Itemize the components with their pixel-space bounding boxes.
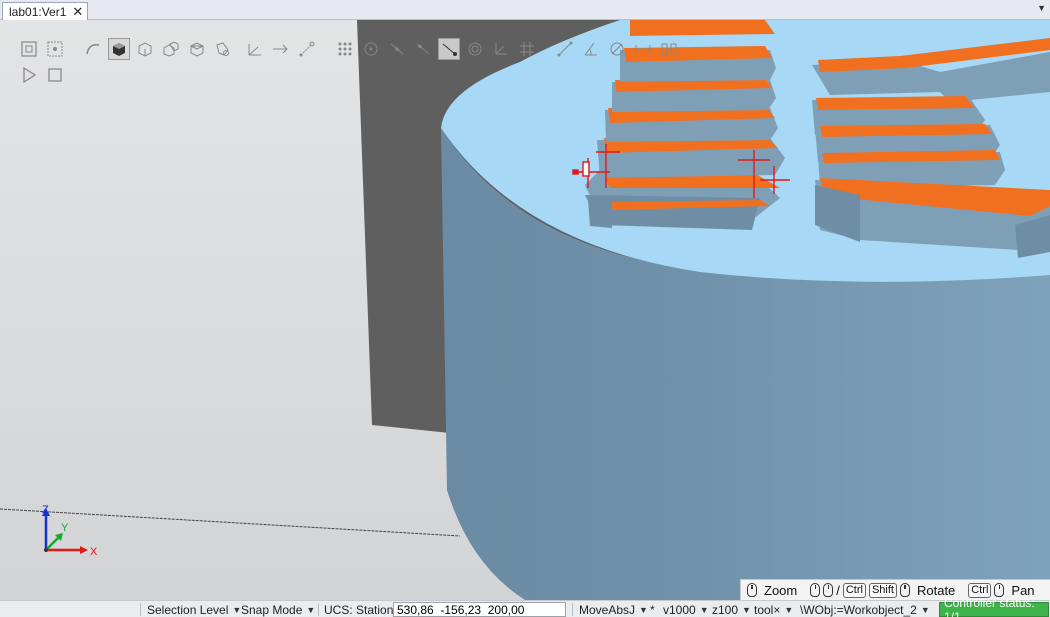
select-target-icon[interactable] — [244, 38, 266, 60]
snap-local-origin-icon[interactable] — [490, 38, 512, 60]
measure-distance-icon[interactable] — [632, 38, 654, 60]
speed-label: v1000 — [663, 602, 696, 617]
selection-level-dropdown[interactable]: Selection Level ▼ — [147, 601, 241, 617]
snap-midpoint-icon[interactable] — [386, 38, 408, 60]
ctrl-key-icon: Ctrl — [842, 582, 866, 598]
ucs-label: UCS: Station — [324, 602, 394, 617]
zone-label: z100 — [712, 602, 739, 617]
hint-separator: / — [836, 582, 840, 598]
view-all-icon[interactable] — [18, 38, 40, 60]
scene-render — [0, 20, 1050, 600]
view-center-icon[interactable] — [44, 38, 66, 60]
select-group-icon[interactable] — [186, 38, 208, 60]
tab-list-dropdown-icon[interactable]: ▼ — [1037, 3, 1046, 13]
target-label: * — [650, 602, 655, 617]
select-mechanism-icon[interactable] — [212, 38, 234, 60]
status-bar: Selection Level ▼ Snap Mode ▼ UCS: Station… — [0, 596, 1050, 617]
snap-end-icon[interactable] — [438, 38, 460, 60]
chevron-down-icon: ▼ — [699, 604, 709, 615]
chevron-down-icon: ▼ — [232, 604, 242, 615]
snap-gravity-icon[interactable] — [464, 38, 486, 60]
controller-status-badge[interactable]: Controller status: 1/1 — [939, 596, 1049, 617]
mouse-left-icon — [899, 583, 910, 597]
snap-mode-dropdown[interactable]: Snap Mode ▼ — [241, 601, 315, 617]
x-axis-label: X — [90, 546, 98, 558]
wobj-dropdown[interactable]: \WObj:=Workobject_2 ▼ — [800, 601, 930, 617]
select-surface-icon[interactable] — [108, 38, 130, 60]
measure-angle-icon[interactable] — [580, 38, 602, 60]
measure-point-icon[interactable] — [554, 38, 576, 60]
tool-label: tool× — [754, 602, 781, 617]
chevron-down-icon: ▼ — [920, 604, 930, 615]
close-icon[interactable]: ✕ — [72, 5, 83, 18]
select-curve-icon[interactable] — [82, 38, 104, 60]
snap-center-icon[interactable] — [360, 38, 382, 60]
speed-dropdown[interactable]: v1000 ▼ — [663, 601, 709, 617]
status-divider — [140, 603, 141, 616]
instruction-label: MoveAbsJ — [579, 602, 636, 617]
status-divider — [572, 603, 573, 616]
coordinate-triad: Z Y X — [34, 504, 104, 567]
cursor-coordinates-field[interactable] — [393, 602, 566, 617]
target-dropdown[interactable]: * — [650, 601, 655, 617]
snap-grid-icon[interactable] — [334, 38, 356, 60]
measure-diameter-icon[interactable] — [606, 38, 628, 60]
snap-object-icon[interactable] — [296, 38, 318, 60]
3d-viewport[interactable]: Z Y X Zoom / Ctrl Shift Rotate Ctrl Pan — [0, 20, 1050, 600]
mouse-right-icon — [823, 583, 834, 597]
play-icon[interactable] — [18, 64, 40, 86]
select-part-icon[interactable] — [160, 38, 182, 60]
wobj-label: \WObj:=Workobject_2 — [800, 602, 917, 617]
chevron-down-icon: ▼ — [306, 604, 316, 615]
selection-level-label: Selection Level — [147, 602, 229, 617]
select-body-icon[interactable] — [134, 38, 156, 60]
tab-lab01-ver1[interactable]: lab01:Ver1 ✕ — [2, 2, 89, 20]
zoom-hint: Zoom — [764, 582, 798, 598]
mouse-wheel-icon — [747, 583, 757, 597]
chevron-down-icon: ▼ — [742, 604, 751, 615]
mouse-left-icon — [810, 583, 821, 597]
stop-icon[interactable] — [44, 64, 66, 86]
y-axis-label: Y — [61, 522, 69, 534]
snap-mode-label: Snap Mode — [241, 602, 303, 617]
snap-edge-icon[interactable] — [412, 38, 434, 60]
instruction-dropdown[interactable]: MoveAbsJ ▼ — [579, 601, 648, 617]
ucs-indicator[interactable]: UCS: Station — [324, 601, 393, 617]
tab-title: lab01:Ver1 — [9, 4, 67, 19]
chevron-down-icon: ▼ — [639, 604, 648, 615]
tool-dropdown[interactable]: tool× ▼ — [754, 601, 793, 617]
z-axis-label: Z — [42, 504, 49, 516]
y-axis — [45, 535, 61, 551]
select-frame-icon[interactable] — [270, 38, 292, 60]
chevron-down-icon: ▼ — [784, 604, 794, 615]
snap-grid-lines-icon[interactable] — [516, 38, 538, 60]
zone-dropdown[interactable]: z100 ▼ — [712, 601, 751, 617]
shift-key-icon: Shift — [868, 582, 897, 598]
status-divider — [318, 603, 319, 616]
measure-min-distance-icon[interactable] — [658, 38, 680, 60]
document-tab-strip: lab01:Ver1 ✕ ▼ — [0, 0, 1050, 20]
controller-status-label: Controller status: 1/1 — [944, 595, 1035, 617]
